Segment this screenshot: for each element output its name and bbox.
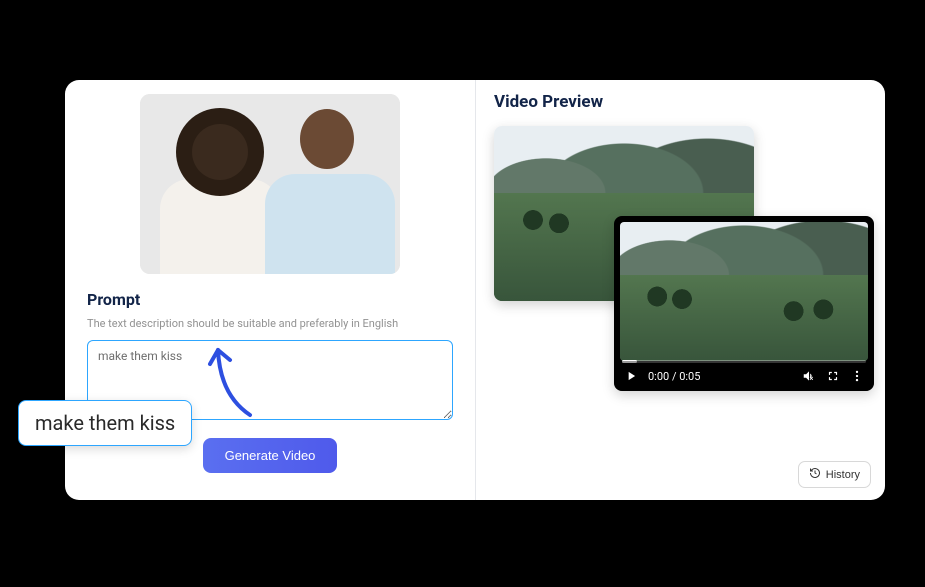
history-button[interactable]: History <box>798 461 871 488</box>
history-icon <box>809 467 821 482</box>
generate-video-button[interactable]: Generate Video <box>203 438 338 473</box>
video-time: 0:00 / 0:05 <box>648 370 700 383</box>
more-icon[interactable] <box>850 369 864 383</box>
prompt-hint: The text description should be suitable … <box>87 317 453 330</box>
preview-video-player[interactable]: 0:00 / 0:05 <box>614 216 874 391</box>
input-image[interactable] <box>140 94 400 274</box>
prompt-title: Prompt <box>87 290 453 309</box>
mute-icon[interactable] <box>802 369 816 383</box>
annotation-callout: make them kiss <box>18 400 192 446</box>
preview-stack: 0:00 / 0:05 <box>494 126 867 406</box>
play-icon[interactable] <box>624 369 638 383</box>
preview-title: Video Preview <box>494 92 867 112</box>
history-label: History <box>826 469 860 481</box>
fullscreen-icon[interactable] <box>826 369 840 383</box>
video-controls: 0:00 / 0:05 <box>614 361 874 391</box>
preview-pane: Video Preview 0:00 / 0:05 <box>475 80 885 500</box>
